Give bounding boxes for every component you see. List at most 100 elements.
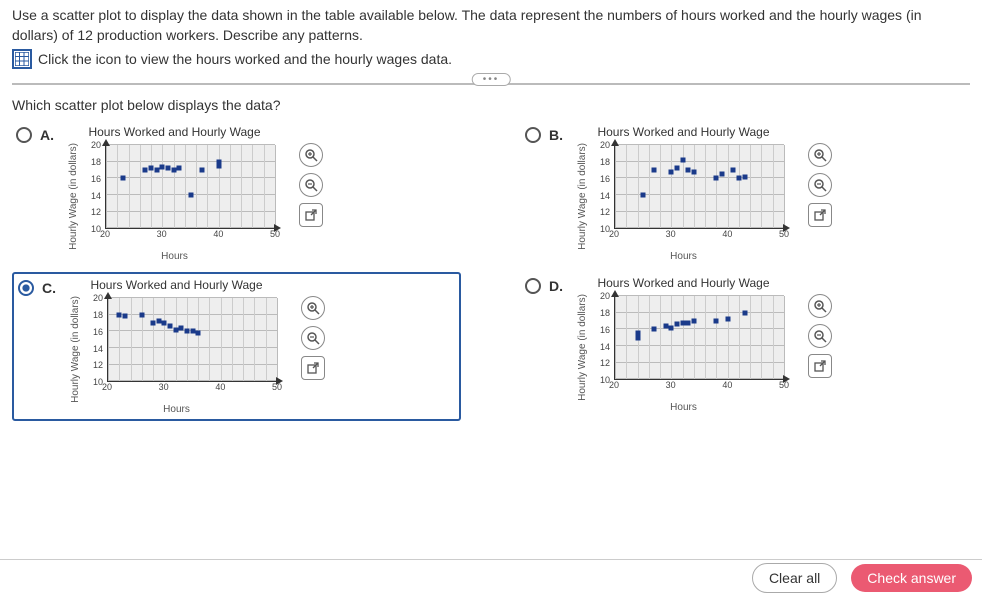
- zoom-out-icon[interactable]: [808, 324, 832, 348]
- radio-c[interactable]: [18, 280, 34, 296]
- x-tick: 20: [609, 380, 619, 390]
- zoom-in-icon[interactable]: [301, 296, 325, 320]
- option-d[interactable]: D. Hours Worked and Hourly Wage Hourly Wag…: [521, 272, 970, 421]
- y-tick: 12: [600, 358, 610, 368]
- sub-question: Which scatter plot below displays the da…: [12, 97, 970, 113]
- scatter-chart: 10121416182020304050: [590, 292, 790, 402]
- scatter-chart: 10121416182020304050: [590, 141, 790, 251]
- zoom-in-icon[interactable]: [808, 294, 832, 318]
- zoom-out-icon[interactable]: [299, 173, 323, 197]
- x-tick: 20: [609, 229, 619, 239]
- y-tick: 14: [600, 342, 610, 352]
- data-point: [156, 319, 161, 324]
- zoom-out-icon[interactable]: [301, 326, 325, 350]
- option-label: C.: [42, 280, 62, 296]
- data-point: [674, 322, 679, 327]
- data-point: [742, 174, 747, 179]
- zoom-in-icon[interactable]: [299, 143, 323, 167]
- x-tick: 40: [215, 382, 225, 392]
- data-point: [120, 176, 125, 181]
- y-tick: 20: [93, 293, 103, 303]
- option-c[interactable]: C.Hours Worked and Hourly WageHourly Wag…: [12, 272, 461, 421]
- data-point: [652, 168, 657, 173]
- question-text: Use a scatter plot to display the data s…: [12, 6, 970, 45]
- data-point: [714, 176, 719, 181]
- y-tick: 20: [91, 140, 101, 150]
- x-tick: 30: [666, 380, 676, 390]
- data-point: [691, 169, 696, 174]
- x-tick: 50: [272, 382, 282, 392]
- y-axis-label: Hourly Wage (in dollars): [577, 294, 588, 401]
- option-a[interactable]: A. Hours Worked and Hourly Wage Hourly Wag…: [12, 121, 461, 266]
- radio-b[interactable]: [525, 127, 541, 143]
- data-point: [160, 164, 165, 169]
- option-label: D.: [549, 278, 569, 294]
- radio-a[interactable]: [16, 127, 32, 143]
- y-tick: 12: [93, 360, 103, 370]
- data-point: [188, 193, 193, 198]
- scatter-chart: 10121416182020304050: [81, 141, 281, 251]
- y-tick: 18: [600, 308, 610, 318]
- y-tick: 20: [600, 140, 610, 150]
- zoom-out-icon[interactable]: [808, 173, 832, 197]
- option-label: A.: [40, 127, 60, 143]
- data-point: [635, 335, 640, 340]
- data-point: [173, 327, 178, 332]
- x-axis-label: Hours: [163, 404, 190, 415]
- option-b[interactable]: B.Hours Worked and Hourly WageHourly Wag…: [521, 121, 970, 266]
- data-point: [177, 166, 182, 171]
- data-point: [199, 168, 204, 173]
- y-axis-label: Hourly Wage (in dollars): [68, 143, 79, 250]
- y-tick: 18: [91, 157, 101, 167]
- data-point: [117, 312, 122, 317]
- data-point: [196, 331, 201, 336]
- y-tick: 14: [91, 191, 101, 201]
- data-point: [143, 168, 148, 173]
- data-point: [691, 319, 696, 324]
- x-tick: 40: [722, 380, 732, 390]
- scatter-chart: 10121416182020304050: [83, 294, 283, 404]
- data-point: [149, 166, 154, 171]
- option-label: B.: [549, 127, 569, 143]
- data-table-icon[interactable]: [12, 49, 32, 69]
- x-axis-label: Hours: [161, 251, 188, 262]
- data-point: [171, 168, 176, 173]
- y-axis-label: Hourly Wage (in dollars): [577, 143, 588, 250]
- x-axis-label: Hours: [670, 251, 697, 262]
- y-tick: 16: [91, 174, 101, 184]
- popout-icon[interactable]: [808, 203, 832, 227]
- y-tick: 14: [93, 344, 103, 354]
- x-tick: 30: [666, 229, 676, 239]
- y-tick: 20: [600, 291, 610, 301]
- data-point: [663, 324, 668, 329]
- y-tick: 18: [600, 157, 610, 167]
- x-tick: 40: [722, 229, 732, 239]
- footer: Clear all Check answer: [0, 559, 982, 595]
- popout-icon[interactable]: [301, 356, 325, 380]
- data-point: [216, 159, 221, 164]
- ellipsis-badge: •••: [472, 73, 511, 86]
- data-point: [680, 158, 685, 163]
- y-tick: 16: [93, 327, 103, 337]
- data-point: [669, 169, 674, 174]
- data-point: [731, 168, 736, 173]
- y-tick: 16: [600, 174, 610, 184]
- y-tick: 12: [91, 207, 101, 217]
- x-axis-label: Hours: [670, 402, 697, 413]
- data-point: [190, 329, 195, 334]
- clear-all-button[interactable]: Clear all: [752, 563, 837, 593]
- data-point: [165, 165, 170, 170]
- popout-icon[interactable]: [299, 203, 323, 227]
- y-tick: 12: [600, 207, 610, 217]
- icon-instruction: Click the icon to view the hours worked …: [38, 51, 452, 67]
- radio-d[interactable]: [525, 278, 541, 294]
- chart-title: Hours Worked and Hourly Wage: [597, 276, 769, 290]
- data-point: [184, 329, 189, 334]
- data-point: [669, 325, 674, 330]
- data-point: [686, 320, 691, 325]
- chart-title: Hours Worked and Hourly Wage: [88, 125, 260, 139]
- zoom-in-icon[interactable]: [808, 143, 832, 167]
- x-tick: 20: [100, 229, 110, 239]
- check-answer-button[interactable]: Check answer: [851, 564, 972, 592]
- popout-icon[interactable]: [808, 354, 832, 378]
